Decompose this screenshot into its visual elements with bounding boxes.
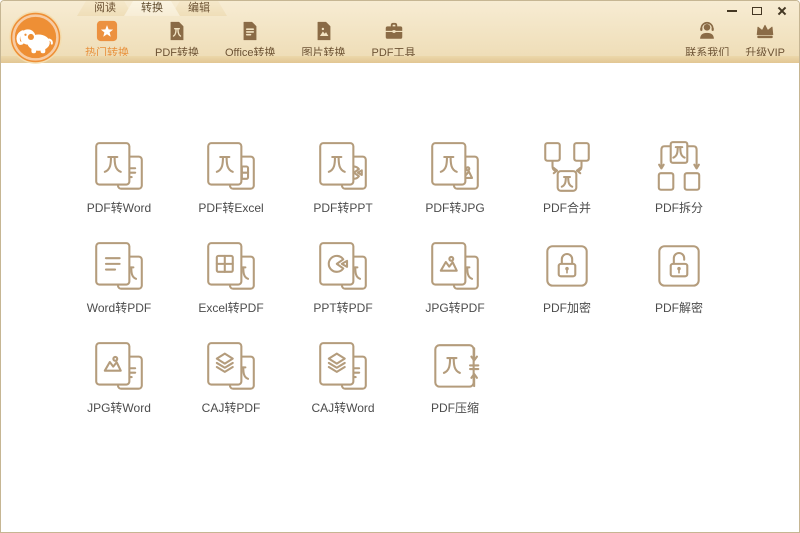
contact-us-button[interactable]: 联系我们 [685,17,729,60]
pdf-doc-icon [166,20,188,42]
hot-star-icon [96,20,118,42]
header-bar: 阅读 转换 编辑 热门转换 PDF转换 Office转换 图片转换 PDF工具 联系… [1,1,799,64]
pdf-split-label: PDF拆分 [654,201,703,215]
pdf-to-excel-icon [202,139,260,197]
toolbar-pdf-convert[interactable]: PDF转换 [155,17,199,60]
tab-convert[interactable]: 转换 [124,1,180,16]
toolbar-hot-convert[interactable]: 热门转换 [85,17,129,60]
pdf-compress[interactable]: PDF压缩 [399,339,511,417]
excel-to-pdf-icon [202,239,260,297]
tab-strip: 阅读 转换 编辑 [77,1,218,16]
jpg-to-word-icon [90,339,148,397]
upgrade-vip-button[interactable]: 升级VIP [745,17,785,60]
jpg-to-word[interactable]: JPG转Word [63,339,175,417]
minimize-button[interactable] [726,6,738,16]
caj-to-pdf-label: CAJ转PDF [201,401,261,415]
tab-read[interactable]: 阅读 [77,1,133,16]
toolbar: 热门转换 PDF转换 Office转换 图片转换 PDF工具 [85,17,416,59]
pdf-to-word-icon [90,139,148,197]
word-to-pdf[interactable]: Word转PDF [63,239,175,317]
ppt-to-pdf-icon [314,239,372,297]
pdf-encrypt[interactable]: PDF加密 [511,239,623,317]
pdf-to-excel[interactable]: PDF转Excel [175,139,287,217]
caj-to-pdf[interactable]: CAJ转PDF [175,339,287,417]
pdf-lock-icon [538,239,596,297]
tab-convert-label: 转换 [141,2,163,14]
pdf-to-jpg-icon [426,139,484,197]
jpg-to-pdf-icon [426,239,484,297]
briefcase-icon [383,20,405,42]
app-window: 阅读 转换 编辑 热门转换 PDF转换 Office转换 图片转换 PDF工具 联系… [0,0,800,533]
main-content: PDF转Word PDF转Excel PDF转PPT PDF转JPG PDF合并… [1,63,799,532]
caj-to-pdf-icon [202,339,260,397]
toolbar-pdf-tools[interactable]: PDF工具 [372,17,416,60]
close-button[interactable] [776,6,788,16]
pdf-to-ppt-label: PDF转PPT [313,201,373,215]
headset-icon [696,20,718,42]
header-accent-strip [1,56,799,63]
tab-read-label: 阅读 [94,2,116,14]
ppt-to-pdf-label: PPT转PDF [313,301,373,315]
pdf-decrypt[interactable]: PDF解密 [623,239,735,317]
excel-to-pdf[interactable]: Excel转PDF [175,239,287,317]
pdf-encrypt-label: PDF加密 [542,301,591,315]
caj-to-word-icon [314,339,372,397]
jpg-to-word-label: JPG转Word [87,401,151,415]
pdf-compress-icon [426,339,484,397]
office-doc-icon [239,20,261,42]
pdf-split[interactable]: PDF拆分 [623,139,735,217]
tab-edit-label: 编辑 [188,2,210,14]
pdf-to-jpg[interactable]: PDF转JPG [399,139,511,217]
pdf-to-ppt[interactable]: PDF转PPT [287,139,399,217]
crown-icon [754,20,776,42]
pdf-merge-icon [538,139,596,197]
conversion-grid: PDF转Word PDF转Excel PDF转PPT PDF转JPG PDF合并… [63,139,735,417]
maximize-button[interactable] [751,6,763,16]
ppt-to-pdf[interactable]: PPT转PDF [287,239,399,317]
word-to-pdf-icon [90,239,148,297]
toolbar-office-convert[interactable]: Office转换 [225,17,276,60]
jpg-to-pdf[interactable]: JPG转PDF [399,239,511,317]
caj-to-word[interactable]: CAJ转Word [287,339,399,417]
image-doc-icon [313,20,335,42]
pdf-compress-label: PDF压缩 [430,401,479,415]
excel-to-pdf-label: Excel转PDF [198,301,264,315]
pdf-to-excel-label: PDF转Excel [198,201,264,215]
caj-to-word-label: CAJ转Word [311,401,375,415]
pdf-to-word-label: PDF转Word [86,201,152,215]
pdf-to-jpg-label: PDF转JPG [425,201,485,215]
pdf-decrypt-label: PDF解密 [654,301,703,315]
pdf-to-ppt-icon [314,139,372,197]
tab-edit[interactable]: 编辑 [171,1,227,16]
toolbar-image-convert[interactable]: 图片转换 [302,17,346,60]
word-to-pdf-label: Word转PDF [86,301,152,315]
jpg-to-pdf-label: JPG转PDF [425,301,485,315]
pdf-to-word[interactable]: PDF转Word [63,139,175,217]
window-controls [726,6,788,16]
pdf-split-icon [650,139,708,197]
pdf-merge-label: PDF合并 [542,201,591,215]
pdf-merge[interactable]: PDF合并 [511,139,623,217]
header-actions: 联系我们 升级VIP [685,17,785,60]
pdf-unlock-icon [650,239,708,297]
app-logo-elephant-icon [9,11,62,64]
